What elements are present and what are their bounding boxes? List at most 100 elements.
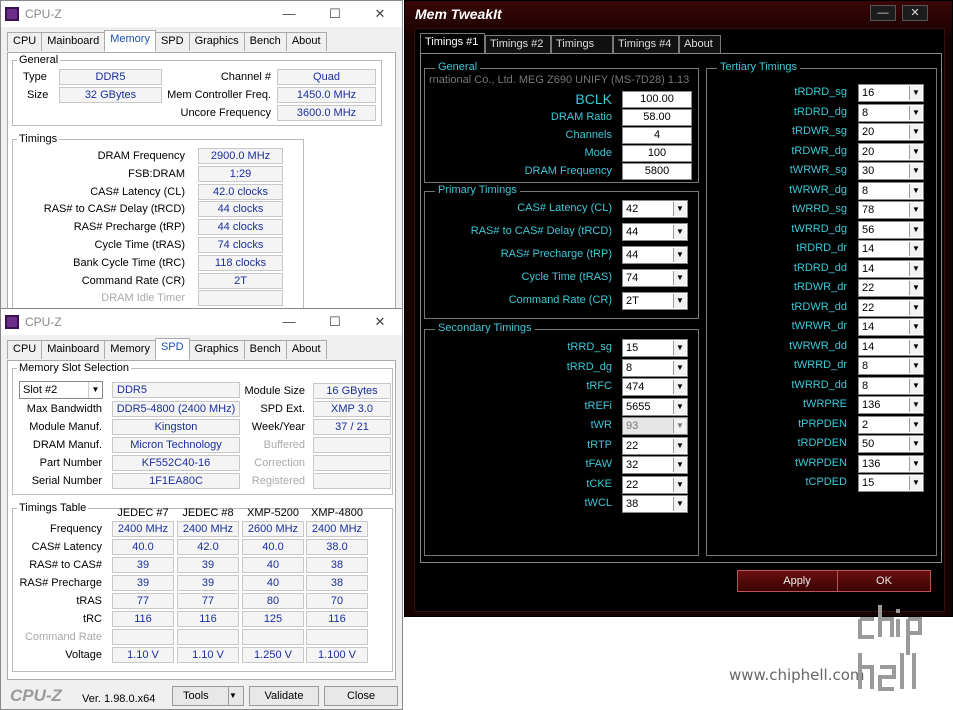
close-button[interactable]: ✕ <box>902 5 928 21</box>
tab-timings-3[interactable]: Timings #3 <box>551 35 613 67</box>
cpuz-app-icon <box>5 315 19 329</box>
table-cell: 125 <box>242 611 304 627</box>
tertiary-select[interactable]: 8 ▼ <box>858 103 924 122</box>
secondary-select[interactable]: 32 ▼ <box>622 456 688 474</box>
tertiary-select[interactable]: 8 ▼ <box>858 357 924 375</box>
minimize-button[interactable]: — <box>870 5 896 21</box>
tab-memory[interactable]: Memory <box>104 340 156 359</box>
tertiary-select[interactable]: 8 ▼ <box>858 376 924 395</box>
table-cell: 2400 MHz <box>177 521 239 537</box>
tertiary-select[interactable]: 14 ▼ <box>858 259 924 278</box>
tertiary-select[interactable]: 22 ▼ <box>858 298 924 317</box>
secondary-label: tWR <box>590 419 612 431</box>
chevron-down-icon: ▼ <box>909 242 922 256</box>
memtweakit-window: Mem TweakIt — ✕ Timings #1 Timings #2 Timi… <box>404 0 953 617</box>
validate-button[interactable]: Validate <box>249 686 319 706</box>
primary-select[interactable]: 74 ▼ <box>622 269 688 287</box>
close-app-button[interactable]: Close <box>324 686 398 706</box>
secondary-select[interactable]: 5655 ▼ <box>622 397 688 416</box>
close-button[interactable]: ✕ <box>357 309 403 335</box>
secondary-select[interactable]: 8 ▼ <box>622 358 688 377</box>
tertiary-select[interactable]: 56 ▼ <box>858 220 924 239</box>
minimize-button[interactable]: — <box>266 309 312 335</box>
tertiary-select[interactable]: 22 ▼ <box>858 279 924 297</box>
tab-about[interactable]: About <box>285 32 327 51</box>
secondary-select[interactable]: 38 ▼ <box>622 495 688 513</box>
chevron-down-icon: ▼ <box>673 380 686 394</box>
close-button[interactable]: ✕ <box>357 1 403 27</box>
primary-select[interactable]: 44 ▼ <box>622 246 688 264</box>
general-label: DRAM Ratio <box>550 111 612 123</box>
tab-bench[interactable]: Bench <box>243 32 287 51</box>
tertiary-label: tWRWR_dr <box>791 320 847 332</box>
tab-memory[interactable]: Memory <box>104 30 156 52</box>
tertiary-label: tWRWR_sg <box>789 164 847 176</box>
ok-button[interactable]: OK <box>837 570 931 592</box>
table-cell: 1.250 V <box>242 647 304 663</box>
tertiary-label: tWRRD_dd <box>791 378 847 391</box>
tertiary-select[interactable]: 15 ▼ <box>858 474 924 492</box>
tab-timings-2[interactable]: Timings #2 <box>485 35 551 54</box>
tertiary-select[interactable]: 136 ▼ <box>858 454 924 473</box>
tertiary-select[interactable]: 2 ▼ <box>858 415 924 434</box>
tools-button[interactable]: Tools ▼ <box>172 686 244 706</box>
tab-spd[interactable]: SPD <box>154 32 190 51</box>
maximize-button[interactable]: ☐ <box>312 1 358 27</box>
maximize-button[interactable]: ☐ <box>312 309 358 335</box>
timing-label: FSB:DRAM <box>128 167 185 180</box>
tab-about[interactable]: About <box>285 340 327 359</box>
tab-mainboard[interactable]: Mainboard <box>41 340 106 359</box>
primary-select[interactable]: 2T ▼ <box>622 292 688 310</box>
primary-label: RAS# Precharge (tRP) <box>500 248 612 260</box>
tab-cpu[interactable]: CPU <box>7 340 43 359</box>
chevron-down-icon: ▼ <box>909 281 922 295</box>
secondary-select[interactable]: 93 ▼ <box>622 417 688 435</box>
tab-timings-4[interactable]: Timings #4 <box>613 35 679 54</box>
secondary-label: tCKE <box>586 477 612 490</box>
tab-about[interactable]: About <box>679 35 721 54</box>
slot-select[interactable]: Slot #2 ▼ <box>19 381 103 399</box>
tertiary-select[interactable]: 78 ▼ <box>858 201 924 219</box>
table-cell: 2400 MHz <box>112 521 174 537</box>
primary-select[interactable]: 42 ▼ <box>622 200 688 218</box>
chevron-down-icon: ▼ <box>909 398 922 412</box>
tertiary-select[interactable]: 8 ▼ <box>858 181 924 200</box>
tab-timings-1[interactable]: Timings #1 <box>420 33 485 54</box>
tertiary-select[interactable]: 14 ▼ <box>858 337 924 356</box>
slot-right-label: Buffered <box>263 439 305 451</box>
secondary-select[interactable]: 474 ▼ <box>622 378 688 396</box>
secondary-select[interactable]: 15 ▼ <box>622 339 688 357</box>
tab-mainboard[interactable]: Mainboard <box>41 32 106 51</box>
timing-label: CAS# Latency (CL) <box>90 185 185 198</box>
tertiary-select[interactable]: 20 ▼ <box>858 142 924 161</box>
table-cell: 2600 MHz <box>242 521 304 537</box>
slot-right-label: Week/Year <box>251 421 305 433</box>
tertiary-select[interactable]: 30 ▼ <box>858 162 924 180</box>
tertiary-select[interactable]: 16 ▼ <box>858 84 924 102</box>
watermark-site: www.chiphell.com <box>729 666 865 684</box>
tab-bench[interactable]: Bench <box>243 340 287 359</box>
secondary-select[interactable]: 22 ▼ <box>622 475 688 494</box>
chevron-down-icon: ▼ <box>909 261 922 276</box>
tertiary-select[interactable]: 136 ▼ <box>858 396 924 414</box>
primary-select[interactable]: 44 ▼ <box>622 223 688 241</box>
general-label: BCLK <box>575 91 612 107</box>
tertiary-select[interactable]: 50 ▼ <box>858 435 924 453</box>
tab-graphics[interactable]: Graphics <box>188 340 245 359</box>
tab-spd[interactable]: SPD <box>154 338 190 360</box>
tab-cpu[interactable]: CPU <box>7 32 43 51</box>
tab-graphics[interactable]: Graphics <box>188 32 245 51</box>
title-bar[interactable]: CPU-Z — ☐ ✕ <box>1 309 402 335</box>
minimize-button[interactable]: — <box>266 1 312 27</box>
timing-label: Command Rate (CR) <box>81 274 185 287</box>
tertiary-select[interactable]: 14 ▼ <box>858 240 924 258</box>
tertiary-select[interactable]: 20 ▼ <box>858 123 924 141</box>
table-cell: 77 <box>112 593 174 609</box>
slot-label: Part Number <box>39 457 102 469</box>
title-bar[interactable]: CPU-Z — ☐ ✕ <box>1 1 402 27</box>
tertiary-select[interactable]: 14 ▼ <box>858 318 924 336</box>
chevron-down-icon: ▼ <box>909 456 922 471</box>
channel-value: Quad <box>277 69 376 85</box>
table-row-label: tRAS <box>76 595 102 607</box>
secondary-select[interactable]: 22 ▼ <box>622 436 688 455</box>
